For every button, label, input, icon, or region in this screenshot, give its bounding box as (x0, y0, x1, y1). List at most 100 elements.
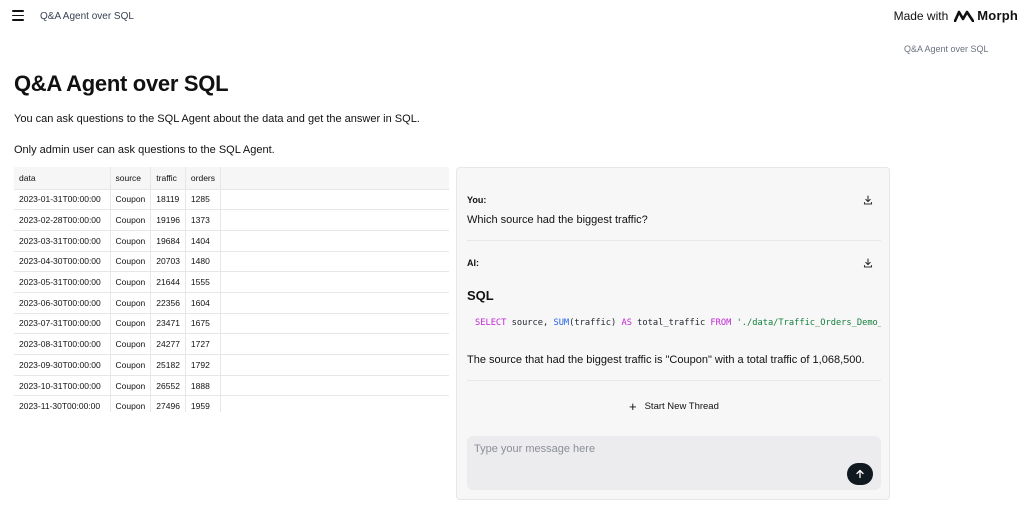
ai-message-label: AI: (467, 258, 479, 268)
cell-orders: 1480 (185, 251, 222, 273)
cell-traffic: 26552 (150, 375, 186, 397)
cell-filler (220, 209, 449, 231)
arrow-up-icon (856, 469, 864, 479)
sql-text: source, (506, 318, 554, 328)
table-row: 2023-06-30T00:00:00 Coupon 22356 1604 (14, 292, 449, 314)
morph-logo-icon (954, 10, 975, 22)
sql-string: './data/Traffic_Orders_Demo_Data.csv' (736, 318, 881, 328)
column-header-traffic[interactable]: traffic (150, 167, 186, 190)
cell-filler (220, 395, 449, 412)
page-title: Q&A Agent over SQL (14, 71, 229, 96)
table-row: 2023-07-31T00:00:00 Coupon 23471 1675 (14, 313, 449, 335)
app-title: Q&A Agent over SQL (40, 11, 134, 22)
cell-source: Coupon (110, 271, 152, 293)
column-header-data[interactable]: data (14, 167, 111, 190)
cell-traffic: 22356 (150, 292, 186, 314)
toc-link-qa-agent[interactable]: Q&A Agent over SQL (904, 44, 989, 54)
cell-orders: 1727 (185, 333, 222, 355)
sql-keyword: AS (621, 318, 632, 328)
cell-orders: 1888 (185, 375, 222, 397)
column-header-orders[interactable]: orders (185, 167, 222, 190)
table-row: 2023-10-31T00:00:00 Coupon 26552 1888 (14, 375, 449, 397)
cell-source: Coupon (110, 209, 152, 231)
top-bar: Q&A Agent over SQL Made with Morph (0, 0, 1024, 34)
cell-traffic: 19196 (150, 209, 186, 231)
table-row: 2023-09-30T00:00:00 Coupon 25182 1792 (14, 354, 449, 376)
message-input-box[interactable] (467, 436, 881, 490)
morph-brand: Morph (954, 8, 1018, 23)
cell-filler (220, 313, 449, 335)
page-description: You can ask questions to the SQL Agent a… (14, 113, 420, 125)
cell-data: 2023-03-31T00:00:00 (14, 230, 111, 252)
table-header-row: data source traffic orders (14, 167, 449, 190)
cell-orders: 1675 (185, 313, 222, 335)
cell-data: 2023-08-31T00:00:00 (14, 333, 111, 355)
hamburger-menu-icon[interactable] (12, 10, 24, 22)
cell-data: 2023-04-30T00:00:00 (14, 251, 111, 273)
cell-source: Coupon (110, 333, 152, 355)
brand-name: Morph (977, 8, 1018, 23)
data-table: data source traffic orders 2023-01-31T00… (14, 167, 449, 412)
ai-answer: The source that had the biggest traffic … (467, 354, 865, 366)
download-icon[interactable] (862, 193, 874, 205)
message-divider (467, 380, 881, 381)
cell-data: 2023-11-30T00:00:00 (14, 395, 111, 412)
cell-traffic: 24277 (150, 333, 186, 355)
cell-filler (220, 189, 449, 211)
sql-keyword: SELECT (475, 318, 507, 328)
start-new-thread-button[interactable]: + Start New Thread (629, 400, 719, 413)
cell-filler (220, 375, 449, 397)
cell-orders: 1555 (185, 271, 222, 293)
message-input[interactable] (474, 443, 834, 455)
cell-data: 2023-09-30T00:00:00 (14, 354, 111, 376)
cell-orders: 1792 (185, 354, 222, 376)
cell-filler (220, 333, 449, 355)
table-row: 2023-01-31T00:00:00 Coupon 18119 1285 (14, 189, 449, 211)
made-with-morph[interactable]: Made with Morph (894, 8, 1018, 23)
cell-traffic: 20703 (150, 251, 186, 273)
cell-data: 2023-07-31T00:00:00 (14, 313, 111, 335)
cell-traffic: 21644 (150, 271, 186, 293)
sql-keyword: FROM (710, 318, 732, 328)
cell-filler (220, 251, 449, 273)
download-icon[interactable] (862, 256, 874, 268)
start-new-thread-label: Start New Thread (644, 401, 719, 412)
user-message-label: You: (467, 195, 487, 205)
sql-text: total_traffic (631, 318, 711, 328)
cell-data: 2023-06-30T00:00:00 (14, 292, 111, 314)
cell-source: Coupon (110, 292, 152, 314)
cell-filler (220, 292, 449, 314)
table-row: 2023-08-31T00:00:00 Coupon 24277 1727 (14, 333, 449, 355)
admin-note: Only admin user can ask questions to the… (14, 144, 275, 156)
cell-source: Coupon (110, 375, 152, 397)
message-divider (467, 240, 881, 241)
table-row: 2023-04-30T00:00:00 Coupon 20703 1480 (14, 251, 449, 273)
cell-traffic: 27496 (150, 395, 186, 412)
cell-traffic: 25182 (150, 354, 186, 376)
column-filler (220, 167, 449, 190)
cell-filler (220, 354, 449, 376)
cell-source: Coupon (110, 313, 152, 335)
made-with-label: Made with (893, 8, 949, 23)
table-row: 2023-03-31T00:00:00 Coupon 19684 1404 (14, 230, 449, 252)
chat-panel: You: Which source had the biggest traffi… (456, 167, 890, 500)
plus-icon: + (629, 399, 637, 414)
cell-filler (220, 230, 449, 252)
cell-data: 2023-05-31T00:00:00 (14, 271, 111, 293)
sql-code-block[interactable]: SELECT source, SUM(traffic) AS total_tra… (475, 318, 881, 328)
cell-orders: 1959 (185, 395, 222, 412)
cell-orders: 1404 (185, 230, 222, 252)
cell-orders: 1373 (185, 209, 222, 231)
table-row: 2023-11-30T00:00:00 Coupon 27496 1959 (14, 395, 449, 412)
table-row: 2023-05-31T00:00:00 Coupon 21644 1555 (14, 271, 449, 293)
sql-heading: SQL (467, 288, 494, 303)
cell-data: 2023-10-31T00:00:00 (14, 375, 111, 397)
cell-source: Coupon (110, 354, 152, 376)
column-header-source[interactable]: source (110, 167, 152, 190)
sql-text: (traffic) (569, 318, 622, 328)
cell-source: Coupon (110, 251, 152, 273)
table-row: 2023-02-28T00:00:00 Coupon 19196 1373 (14, 209, 449, 231)
data-table-container[interactable]: data source traffic orders 2023-01-31T00… (14, 167, 449, 412)
cell-traffic: 18119 (150, 189, 186, 211)
send-button[interactable] (847, 463, 873, 485)
